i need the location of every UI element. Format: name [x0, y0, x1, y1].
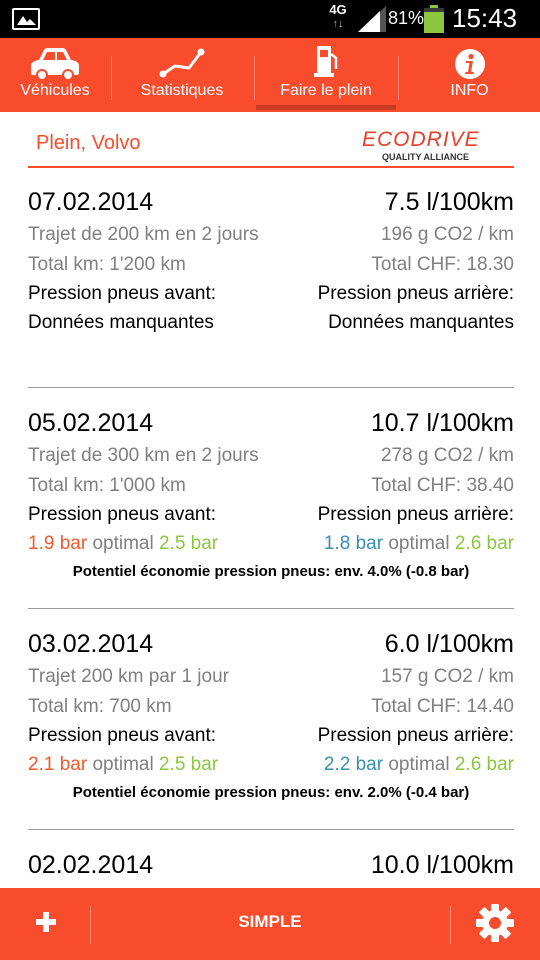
battery-icon [424, 5, 444, 33]
list-item[interactable]: 07.02.2014 7.5 l/100km Trajet de 200 km … [28, 188, 514, 348]
entry-co2: 196 g CO2 / km [380, 224, 514, 245]
top-navigation: Véhicules Statistiques Faire le plein IN… [0, 38, 540, 112]
list-header: Plein, Volvo ECODRIVE QUALITY ALLIANCE [28, 122, 514, 168]
rear-pressure-label: Pression pneus arrière: [317, 504, 514, 525]
tab-vehicules-label: Véhicules [20, 82, 90, 99]
entry-total-km: Total km: 1'000 km [28, 475, 186, 496]
fuel-pump-icon [314, 46, 338, 77]
front-pressure-missing: Données manquantes [28, 312, 214, 333]
bottom-divider [450, 906, 451, 944]
line-chart-icon [159, 48, 205, 78]
front-pressure-value: 1.9 bar [28, 533, 88, 554]
entry-total-chf: Total CHF: 18.30 [371, 254, 514, 275]
entry-date: 02.02.2014 [28, 851, 154, 879]
ecodrive-logo: ECODRIVE QUALITY ALLIANCE [362, 128, 480, 162]
entry-date: 03.02.2014 [28, 630, 154, 658]
entry-divider [28, 387, 514, 388]
front-pressure-optimal: 2.5 bar [158, 533, 219, 554]
rear-pressure-missing: Données manquantes [328, 312, 514, 333]
front-pressure-label: Pression pneus avant: [28, 504, 217, 525]
gallery-notification-icon [12, 8, 40, 30]
rear-pressure-values: 2.2 bar optimal 2.6 bar [324, 754, 514, 776]
tab-statistiques[interactable]: Statistiques [112, 38, 252, 112]
front-pressure-label: Pression pneus avant: [28, 283, 217, 304]
entry-co2: 278 g CO2 / km [380, 445, 514, 466]
entry-trip: Trajet de 200 km en 2 jours [28, 224, 259, 245]
tab-info[interactable]: INFO [399, 38, 540, 112]
entry-total-km: Total km: 700 km [28, 696, 172, 717]
front-pressure-optimal: 2.5 bar [158, 754, 219, 775]
list-item[interactable]: 05.02.2014 10.7 l/100km Trajet de 300 km… [28, 409, 514, 589]
rear-pressure-label: Pression pneus arrière: [317, 283, 514, 304]
entry-trip: Trajet 200 km par 1 jour [28, 666, 229, 687]
info-icon [454, 49, 485, 79]
tab-statistiques-label: Statistiques [140, 82, 224, 99]
front-pressure-values: 2.1 bar optimal 2.5 bar [28, 754, 218, 776]
rear-pressure-value: 2.2 bar [323, 754, 384, 775]
data-activity-icon: ↑↓ [332, 18, 344, 30]
entry-consumption: 7.5 l/100km [384, 188, 514, 216]
tab-vehicules[interactable]: Véhicules [0, 38, 110, 112]
entry-total-chf: Total CHF: 14.40 [371, 696, 514, 717]
savings-note: Potentiel économie pression pneus: env. … [72, 563, 470, 580]
rear-pressure-optimal: 2.6 bar [454, 754, 514, 775]
entry-divider [28, 608, 514, 609]
optimal-word: optimal [388, 533, 450, 554]
rear-pressure-label: Pression pneus arrière: [317, 725, 514, 746]
bottom-action-bar: SIMPLE [0, 888, 540, 960]
entry-consumption: 10.0 l/100km [370, 851, 514, 879]
page-title: Plein, Volvo [36, 132, 141, 154]
car-icon [31, 48, 79, 80]
simple-mode-button[interactable]: SIMPLE [91, 912, 449, 932]
entry-trip: Trajet de 300 km en 2 jours [28, 445, 259, 466]
status-bar: 4G ↑↓ 81% 15:43 [0, 0, 540, 38]
entry-co2: 157 g CO2 / km [380, 666, 514, 687]
rear-pressure-values: 1.8 bar optimal 2.6 bar [324, 533, 514, 555]
clock: 15:43 [452, 3, 518, 33]
gear-icon [476, 904, 514, 942]
front-pressure-values: 1.9 bar optimal 2.5 bar [28, 533, 218, 555]
list-item[interactable]: 03.02.2014 6.0 l/100km Trajet 200 km par… [28, 630, 514, 810]
optimal-word: optimal [92, 754, 154, 775]
entry-date: 07.02.2014 [28, 188, 154, 216]
optimal-word: optimal [388, 754, 450, 775]
savings-note: Potentiel économie pression pneus: env. … [72, 784, 470, 801]
entry-consumption: 10.7 l/100km [370, 409, 514, 437]
rear-pressure-value: 1.8 bar [323, 533, 384, 554]
front-pressure-value: 2.1 bar [28, 754, 88, 775]
network-type: 4G [329, 2, 347, 17]
network-indicator: 4G ↑↓ [326, 3, 350, 35]
settings-button[interactable] [475, 903, 515, 943]
front-pressure-label: Pression pneus avant: [28, 725, 217, 746]
add-refuel-button[interactable] [26, 902, 66, 942]
logo-main-text: ECODRIVE [362, 128, 480, 151]
list-item[interactable]: 02.02.2014 10.0 l/100km [28, 851, 514, 888]
entry-date: 05.02.2014 [28, 409, 154, 437]
optimal-word: optimal [92, 533, 154, 554]
nav-divider [254, 56, 255, 100]
tab-info-label: INFO [450, 82, 489, 99]
tab-faire-le-plein-label: Faire le plein [280, 82, 372, 99]
battery-percent: 81% [388, 8, 425, 28]
rear-pressure-optimal: 2.6 bar [454, 533, 514, 554]
signal-strength-icon [358, 6, 386, 32]
entry-divider [28, 829, 514, 830]
logo-sub-text: QUALITY ALLIANCE [382, 152, 469, 162]
tab-faire-le-plein[interactable]: Faire le plein [256, 38, 396, 112]
plus-icon [36, 912, 56, 932]
entry-consumption: 6.0 l/100km [384, 630, 514, 658]
entry-total-chf: Total CHF: 38.40 [371, 475, 514, 496]
entry-total-km: Total km: 1'200 km [28, 254, 186, 275]
